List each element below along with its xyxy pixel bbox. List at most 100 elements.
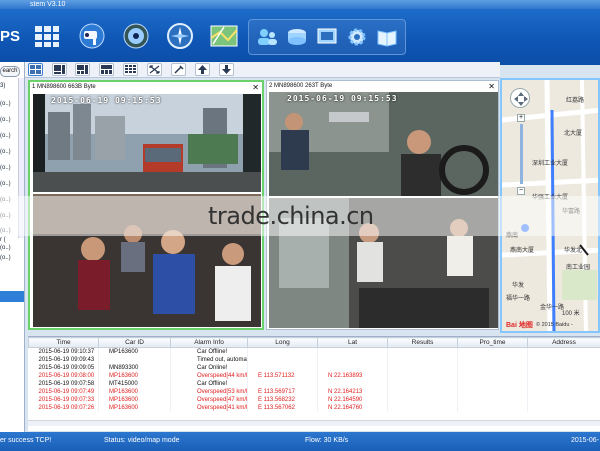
table-cell-lat: N 22.164213 (317, 388, 388, 396)
grid-view-button[interactable] (32, 21, 62, 51)
settings-button[interactable] (345, 25, 369, 49)
street-scene-image (33, 94, 261, 192)
map-label: 北大厦 (564, 131, 583, 137)
zoom-in-button[interactable]: + (517, 114, 525, 122)
tree-item[interactable]: (o..) (0, 101, 11, 107)
arrow-down-icon (222, 65, 231, 74)
tree-item[interactable]: (o..) (0, 245, 11, 251)
main-toolbar: PS (0, 9, 600, 65)
compass-button[interactable] (165, 21, 195, 51)
table-cell-long (247, 364, 318, 372)
column-header-car-id[interactable]: Car ID (98, 337, 171, 348)
video-header-1: 1 MN898600 663B Byte (30, 82, 262, 93)
table-cell-time: 2015-06-19 09:07:33 (28, 396, 99, 404)
book-button[interactable] (375, 25, 399, 49)
table-cell-lat (317, 356, 388, 364)
column-header-alarm-info[interactable]: Alarm Info (170, 337, 248, 348)
table-cell-info: Overspeed[47 km/h]] (170, 396, 248, 404)
table-cell-empty (457, 404, 528, 412)
search-button[interactable]: earch (0, 66, 20, 77)
table-cell-empty (527, 380, 600, 388)
table-cell-empty (527, 372, 600, 380)
map-label: 华发北 (564, 248, 583, 254)
table-cell-info: Car Offline! (170, 380, 248, 388)
zoom-out-button[interactable]: − (517, 187, 525, 195)
table-row[interactable]: 2015-06-19 09:07:26 MP163600 Overspeed[41 … (28, 404, 600, 412)
nine-view-button[interactable] (123, 63, 138, 76)
table-cell-lat (317, 364, 388, 372)
column-header-results[interactable]: Results (387, 337, 458, 348)
table-horizontal-scrollbar[interactable] (28, 420, 600, 426)
table-cell-empty (527, 356, 600, 364)
tree-item[interactable]: r ( (0, 237, 6, 243)
storage-button[interactable] (285, 25, 309, 49)
book-icon (377, 30, 397, 47)
tree-item[interactable]: (o..) (0, 117, 11, 123)
table-cell-empty (527, 364, 600, 372)
table-row[interactable]: 2015-06-19 09:07:33 MP163600 Overspeed[47 … (28, 396, 600, 404)
map-button[interactable] (209, 21, 239, 51)
eight-view-icon (101, 65, 112, 74)
table-cell-empty (527, 404, 600, 412)
video-header-2: 2 MN898600 263T Byte (267, 81, 498, 92)
table-cell-empty (527, 347, 600, 356)
table-cell-info: Overspeed[53 km/h]] (170, 388, 248, 396)
camera-feed-driver: 2015-06-19 09:15:53 (269, 92, 498, 196)
zoom-slider[interactable] (520, 124, 523, 184)
column-header-time[interactable]: Time (28, 337, 99, 348)
table-cell-long: E 113.571132 (247, 372, 318, 380)
table-cell-long (247, 347, 318, 356)
camera-button[interactable] (77, 21, 107, 51)
camera-feed-front: 2015-06-19 09:15:53 (33, 94, 261, 192)
video-timestamp-1: 2015-06-19 09:15:53 (51, 96, 162, 105)
table-row[interactable]: 2015-06-19 09:09:05 MN893300 Car Online! (28, 364, 600, 372)
quad-view-button[interactable] (52, 63, 67, 76)
eight-view-button[interactable] (99, 63, 114, 76)
move-down-button[interactable] (219, 63, 234, 76)
tree-item[interactable]: (o..) (0, 181, 11, 187)
tree-selected-row[interactable] (0, 291, 24, 302)
table-row[interactable]: 2015-06-19 09:07:49 MP163600 Overspeed[53 … (28, 388, 600, 396)
close-icon[interactable]: ✕ (252, 82, 259, 93)
table-row[interactable]: 2015-06-19 09:10:37 MP163600 Car Offline! (28, 347, 600, 356)
map-pan-control[interactable] (510, 88, 530, 108)
column-header-lat[interactable]: Lat (317, 337, 388, 348)
settings-icon (348, 28, 366, 46)
table-cell-long: E 113.568232 (247, 396, 318, 404)
table-cell-car: MP163600 (98, 372, 171, 380)
playback-button[interactable] (121, 21, 151, 51)
tree-item[interactable]: 3) (0, 83, 5, 89)
tree-item[interactable]: (o..) (0, 149, 11, 155)
column-header-long[interactable]: Long (247, 337, 318, 348)
table-cell-empty (457, 372, 528, 380)
fullscreen-button[interactable] (147, 63, 162, 76)
table-cell-car (98, 356, 171, 364)
tree-item[interactable]: (o..) (0, 165, 11, 171)
fullscreen-icon (149, 65, 160, 74)
quad-view-icon (54, 65, 65, 74)
table-cell-long: E 113.569717 (247, 388, 318, 396)
six-view-button[interactable] (75, 63, 90, 76)
map-label: 燕南大厦 (510, 248, 535, 254)
table-cell-empty (457, 347, 528, 356)
table-row[interactable]: 2015-06-19 09:09:43 Timed out, automatic.… (28, 356, 600, 364)
screen-button[interactable] (315, 25, 339, 49)
table-cell-time: 2015-06-19 09:09:05 (28, 364, 99, 372)
table-row[interactable]: 2015-06-19 09:07:58 MT415000 Car Offline! (28, 380, 600, 388)
column-header-address[interactable]: Address (527, 337, 600, 348)
watermark-band: trade.china.cn (0, 196, 600, 236)
table-row[interactable]: 2015-06-19 09:08:00 MP163600 Overspeed[44 … (28, 372, 600, 380)
move-up-button[interactable] (195, 63, 210, 76)
status-date: 2015-06-19 (571, 437, 600, 444)
tree-item[interactable]: (o..) (0, 133, 11, 139)
close-icon[interactable]: ✕ (488, 81, 495, 92)
table-cell-info: Car Online! (170, 364, 248, 372)
table-cell-empty (457, 396, 528, 404)
tools-button[interactable] (171, 63, 186, 76)
alarm-table: Time Car ID Alarm Info Long Lat Results … (28, 336, 600, 431)
tree-item[interactable]: (o..) (0, 255, 11, 261)
table-cell-empty (457, 364, 528, 372)
single-view-button[interactable] (28, 63, 43, 76)
users-button[interactable] (255, 25, 279, 49)
column-header-pro-time[interactable]: Pro_time (457, 337, 528, 348)
